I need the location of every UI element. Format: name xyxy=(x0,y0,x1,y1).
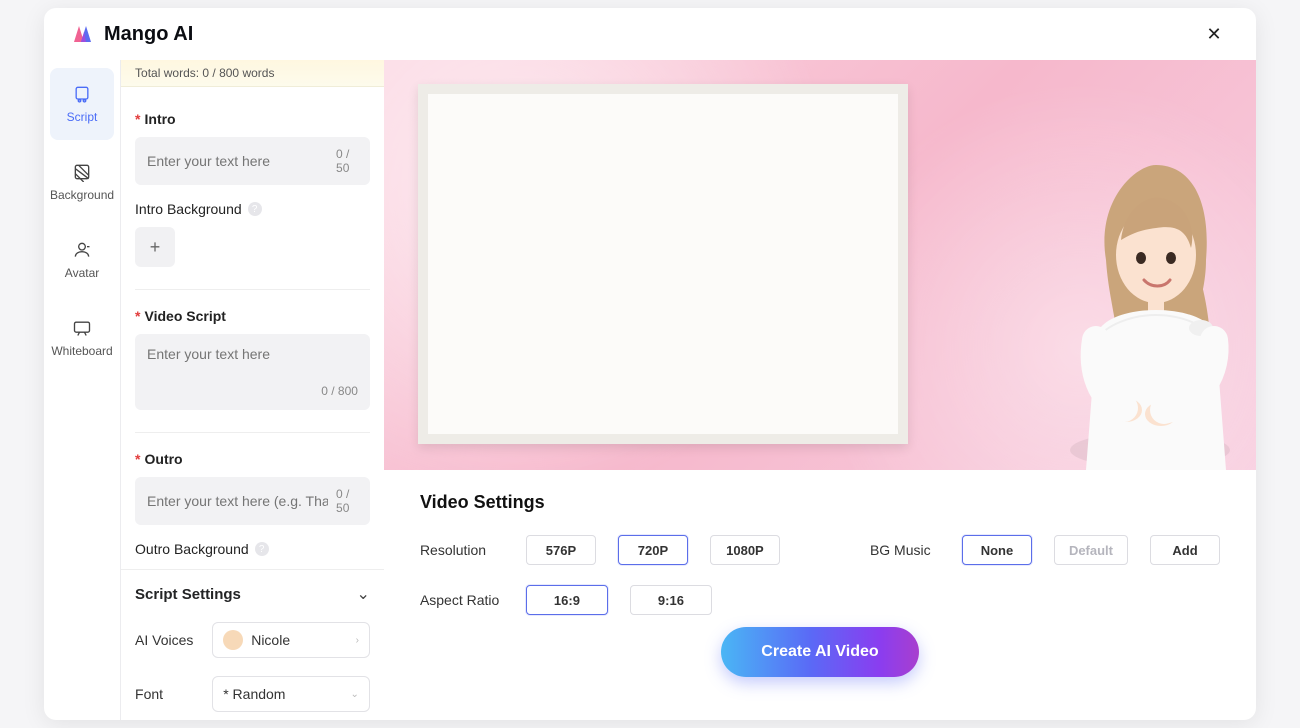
outro-bg-label: Outro Background ? xyxy=(135,541,370,557)
preview-panel: Video Settings Resolution 576P 720P 1080… xyxy=(384,60,1256,720)
sidebar-label: Script xyxy=(67,110,98,124)
script-settings-toggle[interactable]: Script Settings ⌄ xyxy=(135,584,370,604)
chevron-down-icon: ⌄ xyxy=(351,689,359,700)
aspect-option-9-16[interactable]: 9:16 xyxy=(630,585,712,615)
create-video-button[interactable]: Create AI Video xyxy=(721,627,918,677)
preview-avatar xyxy=(1036,140,1256,470)
modal-header: Mango AI ✕ xyxy=(44,8,1256,60)
required-star: * xyxy=(135,111,140,127)
logo-icon xyxy=(72,22,96,46)
script-settings-section: Script Settings ⌄ AI Voices Nicole › Fon… xyxy=(121,569,384,720)
outro-counter: 0 / 50 xyxy=(336,487,358,515)
sidebar-label: Background xyxy=(50,188,114,202)
intro-label: * Intro xyxy=(135,111,370,127)
bgm-option-default[interactable]: Default xyxy=(1054,535,1128,565)
divider xyxy=(135,432,370,433)
font-row: Font * Random ⌄ xyxy=(135,676,370,712)
resolution-label: Resolution xyxy=(420,542,504,558)
script-icon xyxy=(72,84,92,104)
sidebar-item-whiteboard[interactable]: Whiteboard xyxy=(50,302,114,374)
add-intro-bg-button[interactable]: + xyxy=(135,227,175,267)
bgm-option-add[interactable]: Add xyxy=(1150,535,1220,565)
aspect-label: Aspect Ratio xyxy=(420,592,504,608)
sidebar-item-background[interactable]: Background xyxy=(50,146,114,218)
voice-avatar-icon xyxy=(223,630,243,650)
ai-voices-label: AI Voices xyxy=(135,632,194,648)
intro-input-wrap[interactable]: 0 / 50 xyxy=(135,137,370,185)
font-value: * Random xyxy=(223,686,285,702)
script-settings-title: Script Settings xyxy=(135,586,241,603)
sidebar: Script Background Avatar Whiteboard xyxy=(44,60,121,720)
plus-icon: + xyxy=(150,237,161,258)
outro-input-wrap[interactable]: 0 / 50 xyxy=(135,477,370,525)
resolution-option-1080p[interactable]: 1080P xyxy=(710,535,780,565)
resolution-option-576p[interactable]: 576P xyxy=(526,535,596,565)
preview-canvas xyxy=(384,60,1256,470)
ai-voice-select[interactable]: Nicole › xyxy=(212,622,370,658)
avatar-icon xyxy=(72,240,92,260)
outro-input[interactable] xyxy=(147,493,328,509)
bgm-label: BG Music xyxy=(870,542,940,558)
intro-counter: 0 / 50 xyxy=(336,147,358,175)
whiteboard-icon xyxy=(72,318,92,338)
ai-voices-row: AI Voices Nicole › xyxy=(135,622,370,658)
intro-input[interactable] xyxy=(147,153,328,169)
form-panel: Total words: 0 / 800 words * Intro 0 / 5… xyxy=(121,60,384,720)
resolution-option-720p[interactable]: 720P xyxy=(618,535,688,565)
font-select[interactable]: * Random ⌄ xyxy=(212,676,370,712)
preview-whiteboard xyxy=(418,84,908,444)
logo: Mango AI xyxy=(72,22,193,46)
close-icon: ✕ xyxy=(1206,24,1221,45)
sidebar-label: Whiteboard xyxy=(51,344,112,358)
modal-body: Script Background Avatar Whiteboard xyxy=(44,60,1256,720)
video-settings-title: Video Settings xyxy=(420,492,1220,513)
help-icon[interactable]: ? xyxy=(248,202,262,216)
close-button[interactable]: ✕ xyxy=(1200,20,1228,48)
resolution-row: Resolution 576P 720P 1080P xyxy=(420,535,780,565)
caret-right-icon: › xyxy=(356,635,359,646)
required-star: * xyxy=(135,451,140,467)
bgm-option-none[interactable]: None xyxy=(962,535,1032,565)
background-icon xyxy=(72,162,92,182)
divider xyxy=(135,289,370,290)
help-icon[interactable]: ? xyxy=(255,542,269,556)
modal: Mango AI ✕ Script Background xyxy=(44,8,1256,720)
sidebar-item-script[interactable]: Script xyxy=(50,68,114,140)
voice-value: Nicole xyxy=(251,632,290,648)
aspect-row: Aspect Ratio 16:9 9:16 xyxy=(420,585,780,615)
sidebar-item-avatar[interactable]: Avatar xyxy=(50,224,114,296)
video-script-input-wrap[interactable]: 0 / 800 xyxy=(135,334,370,410)
video-script-label: * Video Script xyxy=(135,308,370,324)
brand-name: Mango AI xyxy=(104,23,193,46)
video-script-input[interactable] xyxy=(147,346,358,378)
video-settings: Video Settings Resolution 576P 720P 1080… xyxy=(384,470,1256,677)
font-label: Font xyxy=(135,686,194,702)
intro-bg-label: Intro Background ? xyxy=(135,201,370,217)
bgm-row: BG Music None Default Add xyxy=(870,535,1220,565)
aspect-option-16-9[interactable]: 16:9 xyxy=(526,585,608,615)
required-star: * xyxy=(135,308,140,324)
sidebar-label: Avatar xyxy=(65,266,99,280)
chevron-down-icon: ⌄ xyxy=(357,584,370,604)
word-count-bar: Total words: 0 / 800 words xyxy=(121,60,384,87)
outro-label: * Outro xyxy=(135,451,370,467)
video-script-counter: 0 / 800 xyxy=(321,384,358,398)
